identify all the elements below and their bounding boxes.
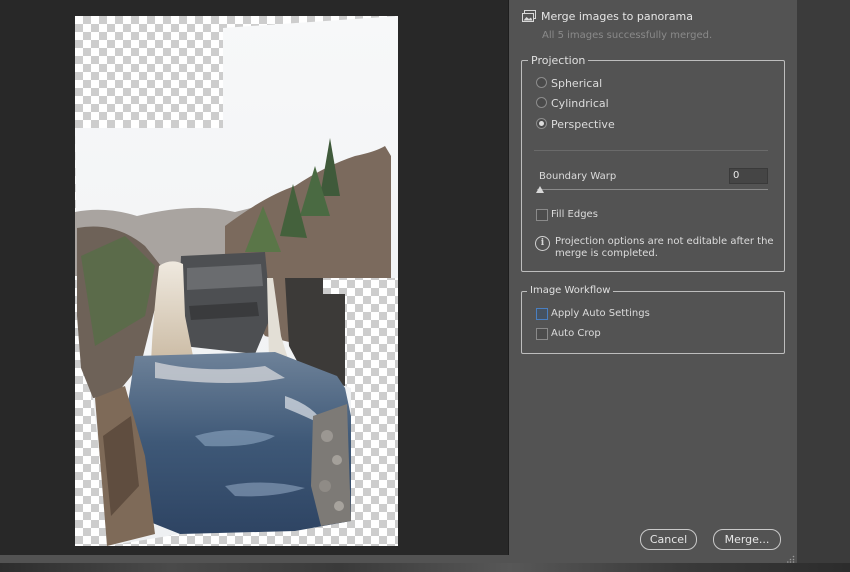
fill-edges-label[interactable]: Fill Edges <box>551 209 598 220</box>
dialog-title: Merge images to panorama <box>541 10 694 23</box>
cylindrical-label[interactable]: Cylindrical <box>551 97 609 110</box>
projection-group-title: Projection <box>528 54 589 67</box>
merge-status-text: All 5 images successfully merged. <box>542 30 713 41</box>
image-workflow-group <box>521 291 785 354</box>
perspective-label[interactable]: Perspective <box>551 118 615 131</box>
projection-info-text: Projection options are not editable afte… <box>555 236 774 259</box>
boundary-warp-input[interactable]: 0 <box>729 168 768 184</box>
panorama-preview-area <box>0 0 509 555</box>
boundary-warp-slider-thumb[interactable] <box>536 186 544 193</box>
cylindrical-radio[interactable] <box>536 97 547 108</box>
background-app-strip <box>0 563 850 572</box>
panorama-preview-image <box>75 16 398 546</box>
panorama-image-icon <box>522 10 536 22</box>
fill-edges-checkbox[interactable] <box>536 209 548 221</box>
apply-auto-settings-checkbox[interactable] <box>536 308 548 320</box>
background-app-edge <box>797 0 850 572</box>
resize-grip-icon[interactable] <box>787 555 795 563</box>
spherical-label[interactable]: Spherical <box>551 77 602 90</box>
projection-divider <box>534 150 768 151</box>
apply-auto-settings-label[interactable]: Apply Auto Settings <box>551 308 650 319</box>
panorama-preview-canvas <box>75 16 398 546</box>
spherical-radio[interactable] <box>536 77 547 88</box>
auto-crop-checkbox[interactable] <box>536 328 548 340</box>
auto-crop-label[interactable]: Auto Crop <box>551 328 601 339</box>
cancel-button[interactable]: Cancel <box>640 529 697 550</box>
boundary-warp-label: Boundary Warp <box>539 171 617 182</box>
boundary-warp-slider-track[interactable] <box>537 189 768 190</box>
info-icon: i <box>535 236 550 251</box>
perspective-radio[interactable] <box>536 118 547 129</box>
image-workflow-group-title: Image Workflow <box>527 285 614 296</box>
merge-button[interactable]: Merge... <box>713 529 781 550</box>
